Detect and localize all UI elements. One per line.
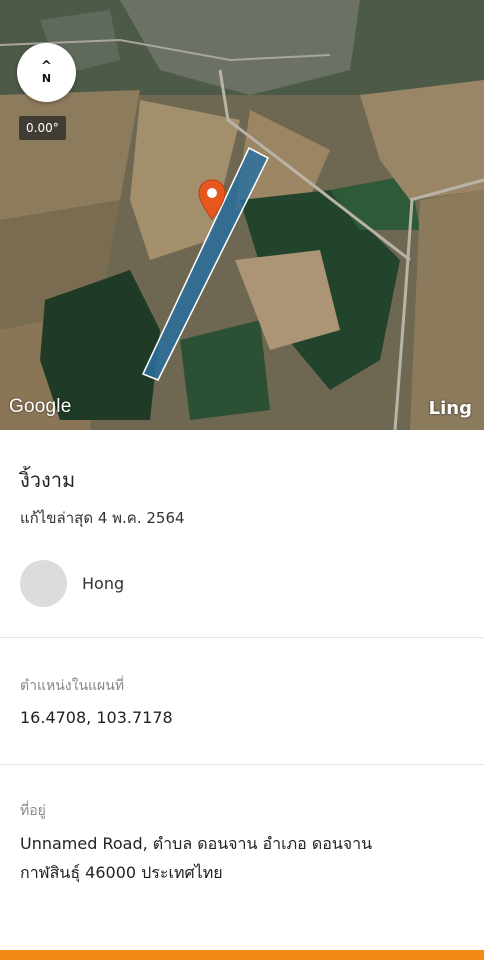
address-line-1: Unnamed Road, ตำบล ดอนจาน อำเภอ ดอนจาน	[20, 834, 373, 853]
place-title: งิ้วงาม	[20, 468, 76, 492]
location-label: ตำแหน่งในแผนที่	[20, 678, 125, 694]
divider	[0, 637, 484, 638]
avatar[interactable]	[20, 560, 67, 607]
address-line-2: กาฬสินธุ์ 46000 ประเทศไทย	[20, 863, 223, 882]
map-layer-name: Ling	[428, 398, 472, 419]
satellite-map[interactable]: ^ N 0.00° Google Ling	[0, 0, 484, 430]
divider	[0, 764, 484, 765]
address-label: ที่อยู่	[20, 803, 46, 819]
compass-icon: ^	[41, 58, 52, 74]
compass-north-label: N	[41, 71, 52, 85]
location-pin-icon[interactable]	[198, 179, 226, 221]
bottom-action-bar[interactable]	[0, 950, 484, 960]
google-attribution: Google	[9, 396, 72, 417]
owner-name[interactable]: Hong	[82, 574, 124, 593]
location-coordinates[interactable]: 16.4708, 103.7178	[20, 703, 173, 732]
heading-indicator: 0.00°	[19, 116, 66, 140]
last-updated: แก้ไขล่าสุด 4 พ.ค. 2564	[20, 509, 185, 527]
compass-button[interactable]: ^ N	[17, 43, 76, 102]
